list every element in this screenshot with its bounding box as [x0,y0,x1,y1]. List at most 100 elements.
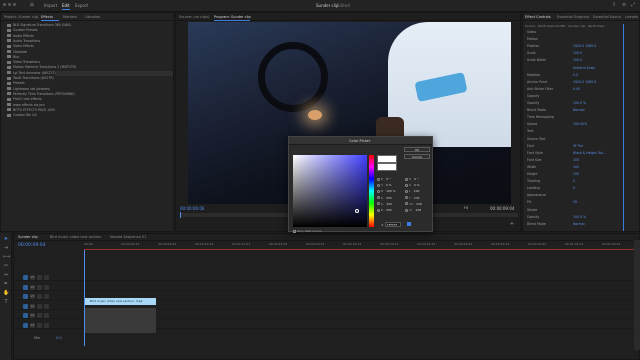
color-field-value[interactable]: 255 [386,196,392,200]
cancel-button[interactable]: Cancel [404,154,430,159]
color-field-cursor[interactable] [355,209,359,213]
color-field-value[interactable]: 0 ° [414,177,418,181]
eye-icon[interactable] [44,275,49,280]
workspace-icon[interactable]: ≡ [622,2,626,8]
color-field-row[interactable]: H0 ° [377,177,391,181]
color-field-row[interactable]: Cr 128 [405,208,421,212]
track-label[interactable]: V1 [30,294,35,299]
effects-folder-item[interactable]: Video Transitions [7,60,40,64]
audio-clip-region[interactable] [84,308,156,333]
fullscreen-icon[interactable]: ⤢ [631,2,635,8]
lock-icon[interactable] [37,322,42,328]
effects-folder-item[interactable]: Presets [7,81,25,85]
effects-folder-item[interactable]: Audio Transitions [7,39,40,43]
radio-icon[interactable] [377,208,380,212]
ec-property-value[interactable]: 0 [573,179,575,183]
effects-folder-item[interactable]: NLR Signature Transitions 360 (NAS) [7,23,71,27]
selection-tool-icon[interactable]: ➤ [3,236,9,242]
track-target-toggle[interactable] [23,275,28,280]
timeline-playhead[interactable] [84,250,85,346]
mute-icon[interactable] [44,303,49,309]
ec-property-value[interactable]: 100 [573,158,579,162]
ec-property-value[interactable]: 0.0 [573,73,578,77]
ec-property-value[interactable]: 1920.0 1080.0 [573,44,596,48]
ec-property-value[interactable]: Normal [573,222,585,226]
ec-property-value[interactable]: SF Pro [573,144,583,148]
window-zoom-dot[interactable] [13,3,16,6]
radio-icon[interactable] [377,196,380,200]
mix-value[interactable]: 0.0 [56,336,62,340]
effects-folder-item[interactable]: TwoD Transitions (AG2TR) [7,76,54,80]
effects-folder-item[interactable]: Perfectly Time Transitions (PRTSUMNK) [7,92,75,96]
track-label[interactable]: V3 [30,275,35,280]
effects-folder-item[interactable]: ProVC text effects [7,97,42,101]
nav-edit[interactable]: Edit [62,3,70,8]
ec-property-value[interactable]: 100.0 [573,58,582,62]
ec-property-value[interactable]: 100 [573,172,579,176]
lock-icon[interactable] [37,313,42,318]
radio-icon[interactable] [405,196,408,200]
tab-markers[interactable]: Markers [63,15,77,19]
color-field-value[interactable]: 255 [386,202,392,206]
hand-tool-icon[interactable]: ✋ [3,290,9,296]
pen-tool-icon[interactable]: ✒ [3,281,9,287]
monitor-playhead[interactable] [180,212,181,218]
color-field-value[interactable]: 0 % [386,183,392,187]
eyedropper-icon[interactable] [407,222,411,226]
ec-property-value[interactable]: 100 [573,165,579,169]
add-button-icon[interactable]: + [509,221,515,227]
lock-icon[interactable] [37,284,42,290]
window-minimize-dot[interactable] [8,3,11,6]
hue-slider[interactable] [369,155,374,227]
color-field-row[interactable]: H0 ° [405,177,419,181]
ec-property-value[interactable]: 100.0 [573,51,582,55]
effects-folder-item[interactable]: Video Effects [7,44,34,48]
tab-nested-sequence[interactable]: Nested Sequence 01 [110,235,146,239]
effects-folder-item[interactable]: www effects via pro [7,103,45,107]
color-field-row[interactable]: R 255 [377,196,392,200]
radio-icon[interactable] [405,189,408,193]
color-field-row[interactable]: Cb 128 [405,202,422,206]
color-field-value[interactable]: 235 [414,196,420,200]
tab-essential-sound[interactable]: Essential Sound [593,15,621,19]
color-field-row[interactable]: L 100 [405,189,419,193]
mute-icon[interactable] [44,313,49,318]
track-target-toggle[interactable] [23,322,28,328]
color-picker-titlebar[interactable]: Color Picker [289,137,432,145]
razor-tool-icon[interactable]: ✂ [3,263,9,269]
lock-icon[interactable] [37,275,42,280]
nav-export[interactable]: Export [75,3,88,8]
track-label[interactable]: A3 [30,322,35,328]
nav-import[interactable]: Import [44,3,57,8]
timeline-timecode[interactable]: 00:00:09:04 [18,243,45,248]
radio-icon[interactable] [405,208,408,212]
ec-property-value[interactable]: 0.00 [573,87,580,91]
mute-icon[interactable] [44,322,49,328]
type-tool-icon[interactable]: T [3,299,9,305]
program-timecode[interactable]: 00:00:06:06 [180,206,204,211]
radio-icon[interactable] [377,177,380,181]
lock-icon[interactable] [37,303,42,309]
tab-effects[interactable]: Effects [41,15,53,19]
ec-property-value[interactable]: 100.0 % [573,215,586,219]
track-select-tool-icon[interactable]: ⇥ [3,245,9,251]
color-field-value[interactable]: 0 ° [386,177,390,181]
color-field-value[interactable]: 0 % [414,183,420,187]
track-label[interactable]: A2 [30,313,35,318]
home-icon[interactable]: ⌂ [30,1,34,8]
ec-property-value[interactable]: 0 [573,186,575,190]
effects-folder-item[interactable]: Obsolete [7,50,27,54]
tab-project[interactable]: Project: Sunder clip [4,15,38,19]
ec-property-value[interactable]: 100.0 % [573,101,586,105]
radio-icon[interactable] [405,177,408,181]
color-field-row[interactable]: G 255 [377,202,392,206]
radio-icon[interactable] [377,202,380,206]
web-colors-option[interactable]: Only Web Colors [293,229,322,233]
color-field-value[interactable]: 255 [386,208,392,212]
lock-icon[interactable] [37,294,42,299]
ec-property-value[interactable]: Black & Height Gol... [573,151,606,155]
video-clip[interactable]: Bird music video new section .mp4 [84,298,156,305]
fit-dropdown[interactable]: Fit [464,206,468,210]
color-field-value[interactable]: 100 % [386,189,396,193]
ec-property-value[interactable]: 100.00% [573,122,587,126]
